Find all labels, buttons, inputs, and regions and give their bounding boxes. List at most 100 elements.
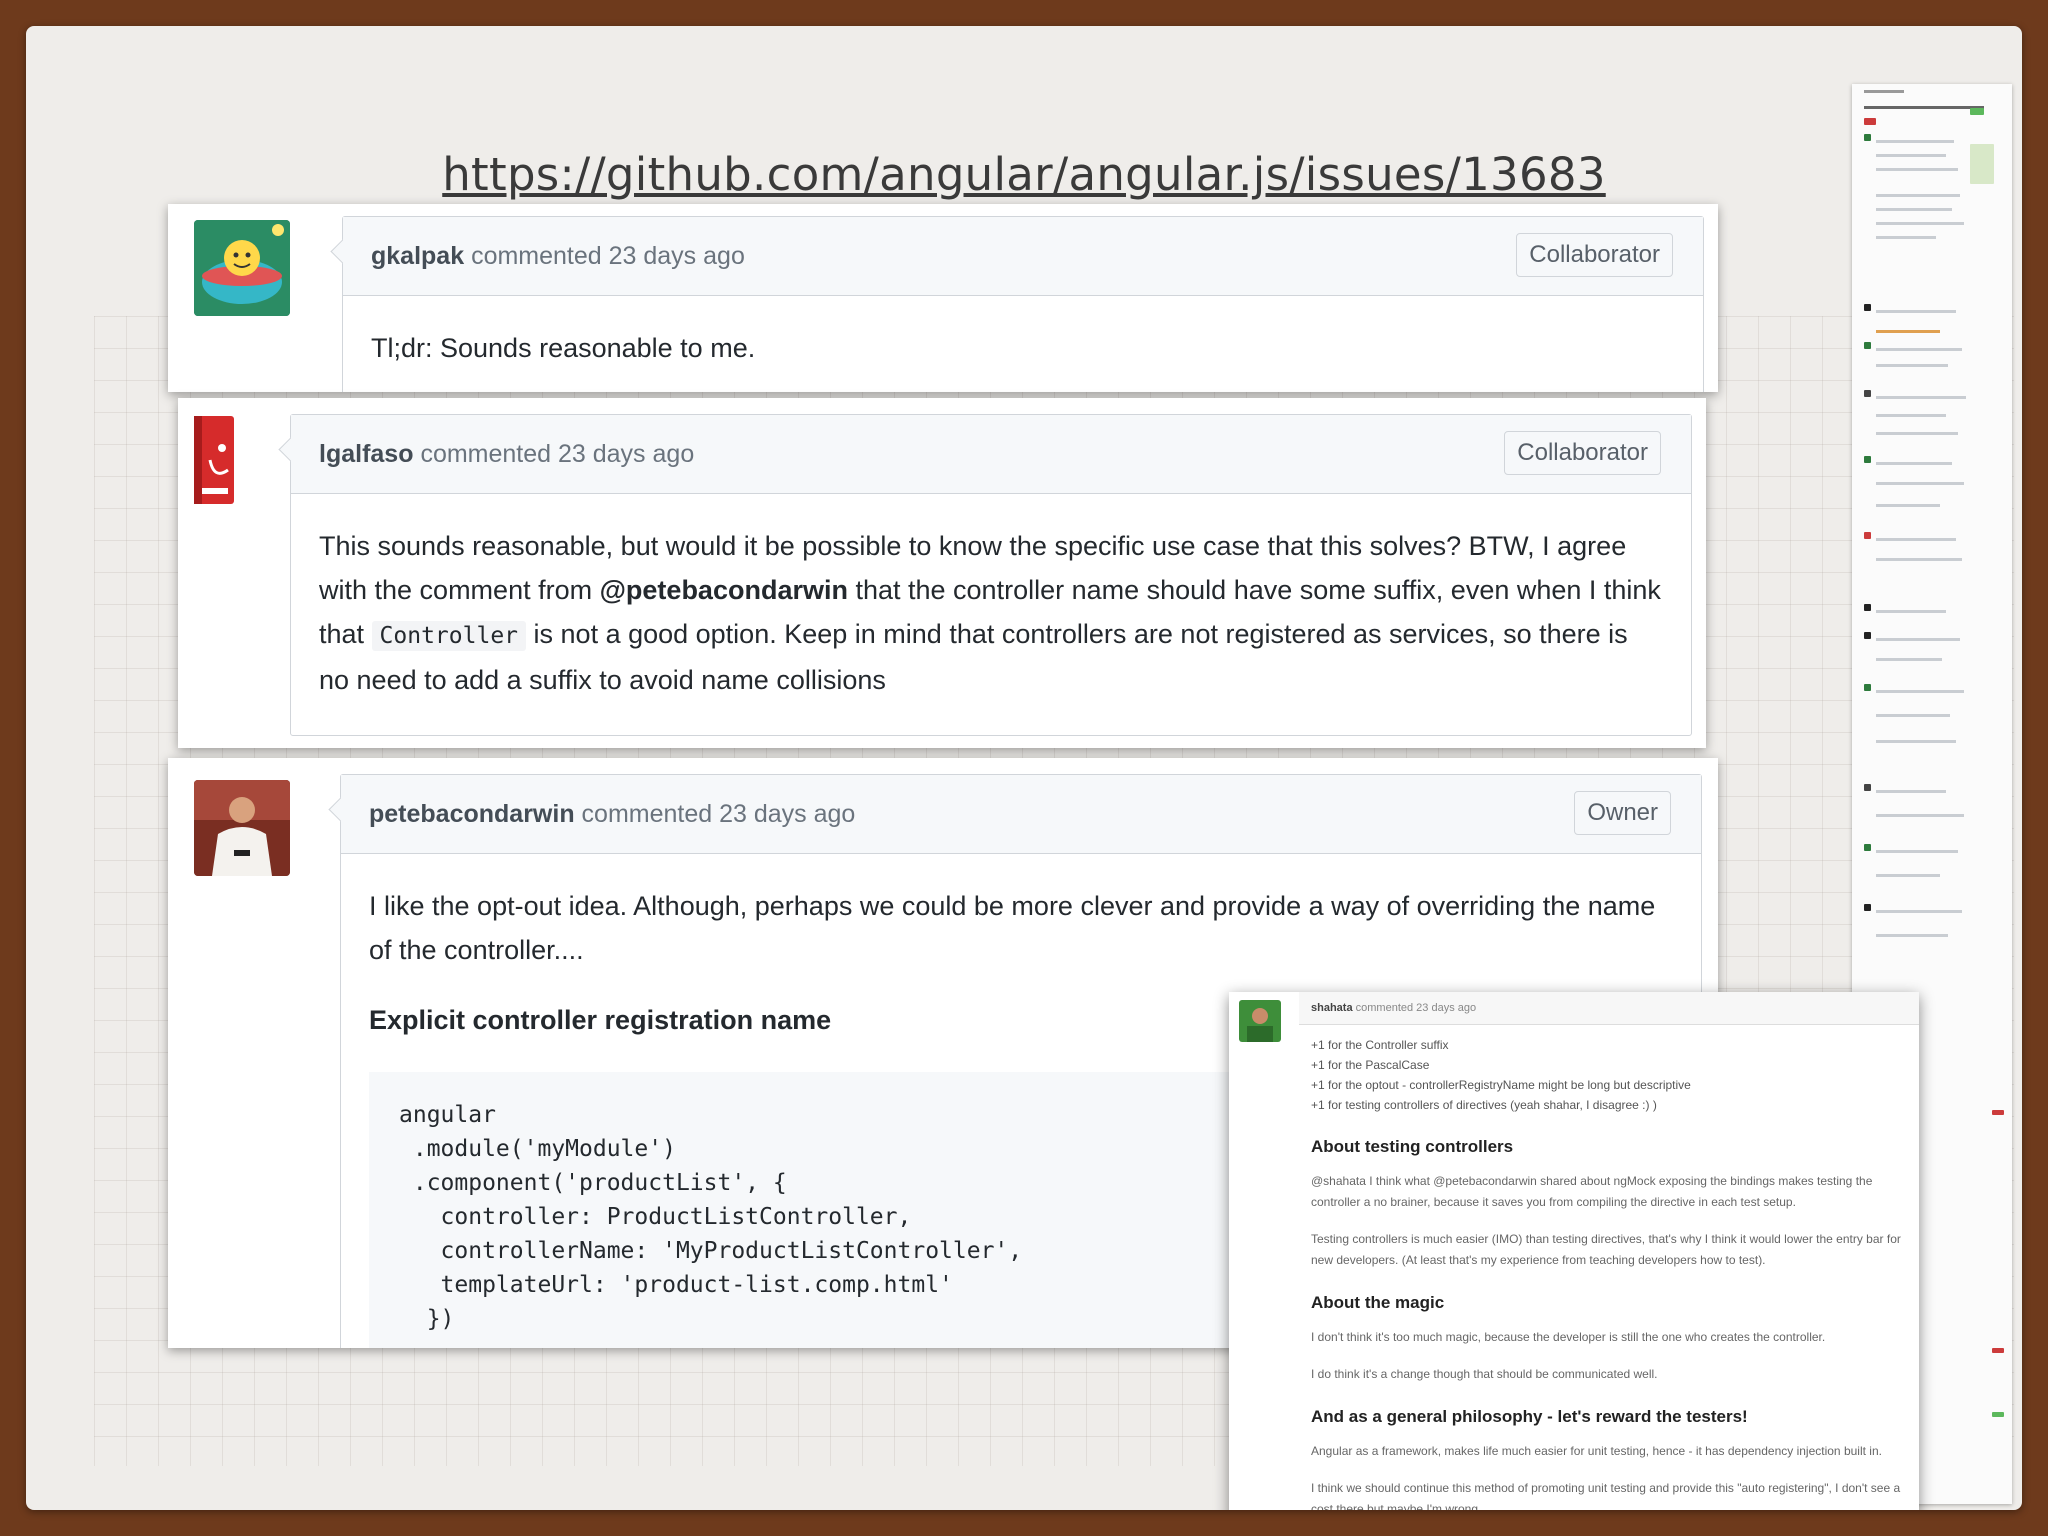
role-badge: Collaborator <box>1504 431 1661 475</box>
minimap-line <box>1876 610 1946 613</box>
paragraph: I think we should continue this method o… <box>1311 1481 1901 1510</box>
comment-author[interactable]: lgalfaso <box>319 440 413 468</box>
minimap-marker <box>1864 390 1871 397</box>
minimap-marker <box>1864 904 1871 911</box>
minimap-line <box>1876 658 1942 661</box>
comment-header: lgalfaso commented 23 days ago Collabora… <box>291 415 1691 494</box>
comment-box: shahata commented 23 days ago +1 for the… <box>1299 992 1919 1510</box>
minimap-marker <box>1864 684 1871 691</box>
minimap-line <box>1876 740 1956 743</box>
minimap-line <box>1876 432 1958 435</box>
paragraph: Angular as a framework, makes life much … <box>1311 1444 1882 1458</box>
minimap-line <box>1876 140 1954 143</box>
comment-screenshot-2: lgalfaso commented 23 days ago Collabora… <box>178 398 1706 748</box>
avatar-petebacondarwin <box>194 780 290 876</box>
comment-header: shahata commented 23 days ago <box>1299 992 1919 1025</box>
list-item: +1 for testing controllers of directives… <box>1311 1098 1657 1112</box>
minimap-line <box>1876 348 1962 351</box>
avatar-shahata <box>1239 1000 1281 1042</box>
role-badge: Owner <box>1574 791 1671 835</box>
minimap-line <box>1876 638 1960 641</box>
issue-url-link[interactable]: https://github.com/angular/angular.js/is… <box>26 148 2022 201</box>
section-heading: About testing controllers <box>1311 1137 1514 1156</box>
comment-timestamp[interactable]: commented 23 days ago <box>420 440 694 468</box>
paragraph: I do think it's a change though that sho… <box>1311 1367 1658 1381</box>
section-heading: About the magic <box>1311 1293 1445 1312</box>
minimap-line <box>1876 538 1956 541</box>
minimap-line <box>1876 154 1946 157</box>
avatar-image <box>194 220 290 316</box>
minimap-line <box>1876 874 1940 877</box>
minimap-line <box>1876 482 1964 485</box>
user-mention-link[interactable]: @petebacondarwin <box>600 575 848 605</box>
comment-author[interactable]: gkalpak <box>371 242 464 270</box>
comment-body: +1 for the Controller suffix +1 for the … <box>1299 1025 1919 1510</box>
minimap-marker <box>1864 118 1876 125</box>
comment-author[interactable]: shahata <box>1311 1002 1353 1014</box>
minimap-marker <box>1970 108 1984 115</box>
comment-body: Tl;dr: Sounds reasonable to me. <box>343 296 1703 392</box>
minimap-marker <box>1970 144 1994 184</box>
comment-timestamp[interactable]: commented 23 days ago <box>582 800 856 828</box>
list-item: +1 for the optout - controllerRegistryNa… <box>1311 1078 1691 1092</box>
role-badge: Collaborator <box>1516 233 1673 277</box>
minimap-marker <box>1992 1110 2004 1115</box>
comment-timestamp[interactable]: commented 23 days ago <box>1356 1002 1476 1014</box>
minimap-line <box>1864 90 1904 93</box>
minimap-line <box>1876 690 1964 693</box>
minimap-marker <box>1864 456 1871 463</box>
slide: https://github.com/angular/angular.js/is… <box>26 26 2022 1510</box>
minimap-marker <box>1864 784 1871 791</box>
inline-code: Controller <box>371 621 527 651</box>
minimap-line <box>1876 396 1966 399</box>
avatar-image <box>194 416 234 504</box>
minimap-line <box>1876 558 1962 561</box>
minimap-line <box>1876 934 1948 937</box>
comment-header-text: petebacondarwin commented 23 days ago <box>369 775 855 853</box>
minimap-line <box>1876 814 1964 817</box>
minimap-line <box>1876 168 1958 171</box>
comment-text: I like the opt-out idea. Although, perha… <box>369 891 1656 965</box>
comment-timestamp[interactable]: commented 23 days ago <box>471 242 745 270</box>
avatar-gkalpak <box>194 220 290 316</box>
avatar-image <box>194 780 290 876</box>
minimap-line <box>1876 310 1956 313</box>
minimap-line <box>1876 714 1950 717</box>
minimap-line <box>1876 364 1948 367</box>
minimap-line <box>1876 208 1952 211</box>
minimap-marker <box>1864 342 1871 349</box>
paragraph: @shahata I think what @petebacondarwin s… <box>1311 1174 1873 1209</box>
comment-author[interactable]: petebacondarwin <box>369 800 575 828</box>
minimap-line <box>1876 414 1946 417</box>
minimap-line <box>1876 462 1952 465</box>
comment-body: This sounds reasonable, but would it be … <box>291 494 1691 744</box>
comment-screenshot-1: gkalpak commented 23 days ago Collaborat… <box>168 204 1718 392</box>
overlay-comment-screenshot: ost shahata commented 23 days ago +1 for… <box>1229 992 1919 1510</box>
minimap-marker <box>1864 844 1871 851</box>
paragraph: I don't think it's too much magic, becau… <box>1311 1330 1826 1344</box>
minimap-marker <box>1992 1348 2004 1353</box>
minimap-line <box>1864 106 1984 109</box>
minimap-line <box>1876 330 1940 333</box>
section-heading: And as a general philosophy - let's rewa… <box>1311 1407 1748 1426</box>
comment-text: This sounds reasonable, but would it be … <box>319 524 1663 702</box>
comment-header-text: lgalfaso commented 23 days ago <box>319 415 694 493</box>
avatar-image <box>1239 1000 1281 1042</box>
comment-header: gkalpak commented 23 days ago Collaborat… <box>343 217 1703 296</box>
minimap-marker <box>1864 304 1871 311</box>
comment-header-text: gkalpak commented 23 days ago <box>371 217 745 295</box>
comment-header: petebacondarwin commented 23 days ago Ow… <box>341 775 1701 854</box>
list-item: +1 for the PascalCase <box>1311 1058 1430 1072</box>
minimap-line <box>1876 790 1946 793</box>
comment-box: lgalfaso commented 23 days ago Collabora… <box>290 414 1692 736</box>
minimap-marker <box>1864 134 1871 141</box>
minimap-marker <box>1864 632 1871 639</box>
list-item: +1 for the Controller suffix <box>1311 1038 1449 1052</box>
minimap-marker <box>1864 532 1871 539</box>
minimap-line <box>1876 850 1958 853</box>
minimap-line <box>1876 504 1940 507</box>
minimap-line <box>1876 910 1962 913</box>
comment-box: gkalpak commented 23 days ago Collaborat… <box>342 216 1704 392</box>
minimap-line <box>1876 194 1960 197</box>
avatar-lgalfaso <box>188 416 244 506</box>
